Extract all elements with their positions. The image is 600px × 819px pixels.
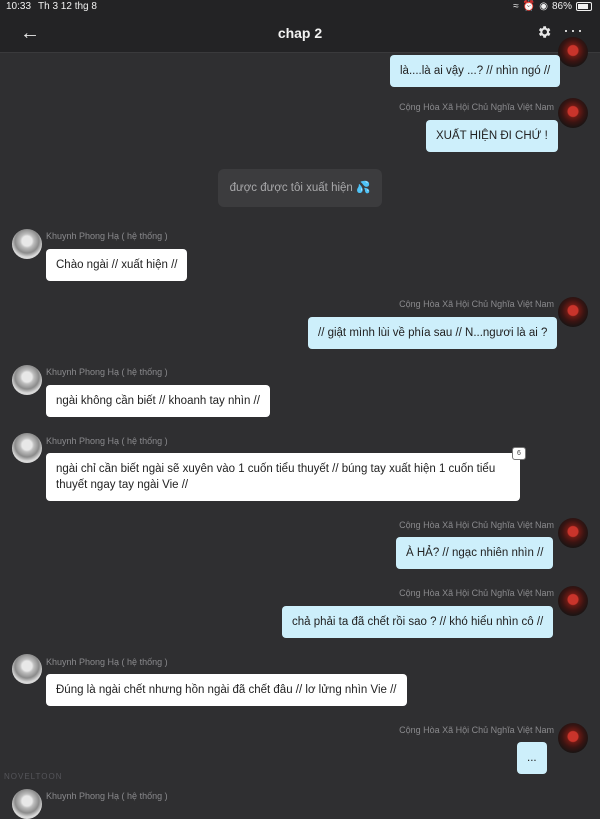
avatar xyxy=(558,37,588,67)
comment-count-badge[interactable]: 6 xyxy=(512,447,526,460)
page-title: chap 2 xyxy=(277,25,323,41)
sender-name: Khuynh Phong Hạ ( hệ thống ) xyxy=(46,367,168,377)
avatar xyxy=(12,433,42,463)
avatar xyxy=(12,654,42,684)
status-icons: ≈ ⏰ ◉ 86% xyxy=(513,1,592,12)
alarm-icon: ⏰ xyxy=(522,1,536,12)
message-bubble: chả phải ta đã chết rồi sao ? // khó hiể… xyxy=(282,606,554,638)
sender-name: Cộng Hòa Xã Hội Chủ Nghĩa Việt Nam xyxy=(399,588,554,598)
message-bubble: Đúng là ngài chết nhưng hồn ngài đã chết… xyxy=(46,674,407,706)
message-bubble: // giật mình lùi về phía sau // N...ngươ… xyxy=(308,317,558,349)
avatar xyxy=(12,365,42,395)
message-bubble: ... xyxy=(517,742,547,774)
gear-icon[interactable] xyxy=(536,24,552,40)
status-time: 10:33 xyxy=(6,1,32,12)
system-message: được được tôi xuất hiện 💦 xyxy=(218,169,382,207)
avatar xyxy=(558,98,588,128)
battery-percent: 86% xyxy=(551,1,572,12)
status-date: Th 3 12 thg 8 xyxy=(38,1,97,12)
message-bubble: ngài chỉ cần biết ngài sẽ xuyên vào 1 cu… xyxy=(46,453,520,501)
message-bubble: Chào ngài // xuất hiện // xyxy=(46,249,188,281)
status-bar: 10:33 Th 3 12 thg 8 ≈ ⏰ ◉ 86% xyxy=(0,0,600,14)
watermark: NOVELTOON xyxy=(4,772,63,781)
avatar xyxy=(12,229,42,259)
message-bubble: là....là ai vậy ...? // nhìn ngó // xyxy=(390,55,561,87)
avatar xyxy=(558,297,588,327)
wifi-icon: ≈ xyxy=(513,1,519,12)
sender-name: Khuynh Phong Hạ ( hệ thống ) xyxy=(46,231,168,241)
message-bubble: XUẤT HIỆN ĐI CHỨ ! xyxy=(426,120,558,152)
avatar xyxy=(12,789,42,819)
avatar xyxy=(558,723,588,753)
message-bubble: À HẢ? // ngạc nhiên nhìn // xyxy=(396,537,554,569)
sender-name: Cộng Hòa Xã Hội Chủ Nghĩa Việt Nam xyxy=(399,299,554,309)
message-bubble: ngài không cần biết // khoanh tay nhìn /… xyxy=(46,385,270,417)
sender-name: Khuynh Phong Hạ ( hệ thống ) xyxy=(46,657,168,667)
avatar xyxy=(558,586,588,616)
sender-name: Khuynh Phong Hạ ( hệ thống ) xyxy=(46,436,168,446)
sender-name: Cộng Hòa Xã Hội Chủ Nghĩa Việt Nam xyxy=(399,725,554,735)
sender-name: Cộng Hòa Xã Hội Chủ Nghĩa Việt Nam xyxy=(399,102,554,112)
chat-area[interactable]: là....là ai vậy ...? // nhìn ngó // Cộng… xyxy=(0,37,600,819)
sender-name: Cộng Hòa Xã Hội Chủ Nghĩa Việt Nam xyxy=(399,520,554,530)
nav-bar: ← chap 2 ··· xyxy=(0,14,600,53)
battery-icon xyxy=(576,2,592,11)
location-icon: ◉ xyxy=(539,1,548,12)
avatar xyxy=(558,518,588,548)
